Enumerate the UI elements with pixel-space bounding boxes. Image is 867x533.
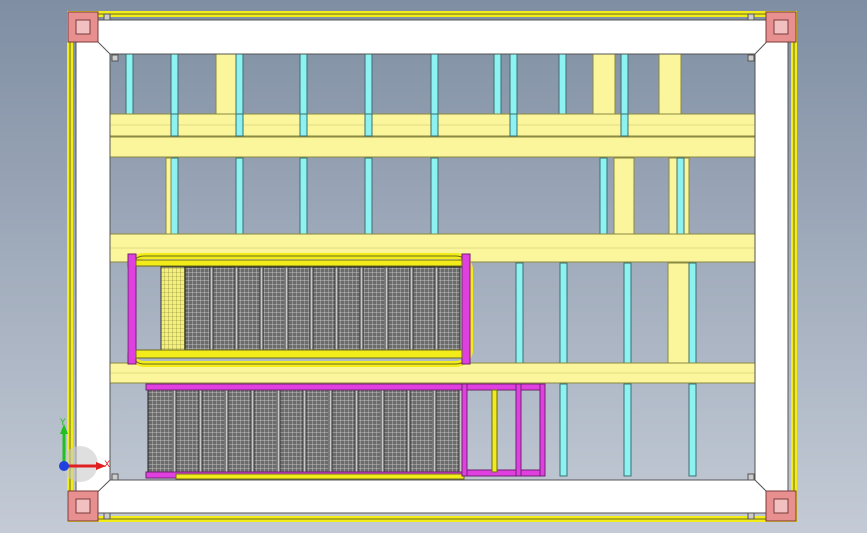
cyan-post (430, 157, 439, 235)
cyan-post (620, 53, 629, 115)
cyan-post (235, 53, 244, 115)
bolt (103, 512, 111, 520)
grating-divider (250, 389, 255, 475)
upper-grating-end-panel (160, 266, 186, 351)
cyan-post (515, 262, 524, 364)
yellow-column-thin (165, 157, 172, 235)
bolt (747, 54, 755, 62)
cyan-post (170, 53, 179, 115)
ladder-bottom-rung (461, 469, 545, 477)
cyan-post-front (364, 113, 373, 137)
grating-divider (259, 266, 264, 351)
cyan-post (299, 157, 308, 235)
bolt (111, 473, 119, 481)
cyan-post (559, 262, 568, 364)
cyan-post-front (170, 113, 179, 137)
cyan-post (558, 53, 567, 115)
x-axis-label: X (104, 460, 110, 470)
cyan-post (676, 157, 685, 235)
ladder-yellow-post (491, 389, 498, 473)
ladder-right-stile (539, 383, 546, 477)
z-axis-dot (59, 461, 69, 471)
grating-divider (209, 266, 214, 351)
upper-grating-deck (184, 266, 466, 351)
corner-hole (75, 19, 91, 35)
cyan-post (364, 53, 373, 115)
ladder-top-rung (461, 383, 545, 391)
y-axis-label: Y (59, 418, 66, 428)
cyan-post (493, 53, 502, 115)
corner-hole (773, 19, 789, 35)
cyan-post (559, 383, 568, 477)
horizontal-beam (109, 136, 756, 158)
grating-divider (328, 389, 333, 475)
upper-rail-top-bar (135, 259, 463, 267)
lower-magenta-top-rail (145, 383, 465, 391)
cyan-post (364, 157, 373, 235)
cyan-post (509, 53, 518, 115)
corner-casting (67, 11, 99, 43)
cyan-post (235, 157, 244, 235)
corner-casting (765, 11, 797, 43)
corner-casting (67, 490, 99, 522)
cad-viewport[interactable]: Y X (0, 0, 867, 533)
grating-divider (172, 389, 177, 475)
corner-casting (765, 490, 797, 522)
bolt (747, 473, 755, 481)
cyan-post (299, 53, 308, 115)
grating-divider (334, 266, 339, 351)
grating-divider (432, 389, 437, 475)
bolt (111, 54, 119, 62)
grating-divider (354, 389, 359, 475)
ladder-middle-stile (515, 383, 522, 477)
cyan-post (688, 262, 697, 364)
cyan-post (170, 157, 179, 235)
upper-magenta-left-rail (127, 253, 137, 365)
bolt (103, 13, 111, 21)
yellow-column (667, 262, 691, 364)
grating-divider (302, 389, 307, 475)
yellow-column (613, 157, 635, 235)
cad-drawing[interactable]: Y X (0, 0, 867, 533)
cyan-post-front (620, 113, 629, 137)
cyan-post (125, 53, 134, 115)
grating-divider (309, 266, 314, 351)
bolt (747, 13, 755, 21)
upper-magenta-right-rail (461, 253, 471, 365)
yellow-column (215, 53, 237, 115)
grating-divider (276, 389, 281, 475)
grating-divider (224, 389, 229, 475)
ladder-left-stile (461, 383, 468, 477)
cyan-post (599, 157, 608, 235)
upper-grating-assembly (127, 253, 473, 367)
cyan-post-front (299, 113, 308, 137)
cyan-post-front (430, 113, 439, 137)
cyan-post-front (235, 113, 244, 137)
upper-rail-bottom-bar (135, 349, 463, 359)
corner-hole (75, 498, 91, 514)
grating-divider (198, 389, 203, 475)
grating-divider (234, 266, 239, 351)
grating-divider (284, 266, 289, 351)
bolt (747, 512, 755, 520)
cyan-post (688, 383, 697, 477)
grating-divider (409, 266, 414, 351)
grating-divider (380, 389, 385, 475)
grating-divider (434, 266, 439, 351)
lower-rail-bottom-bar (175, 473, 465, 480)
grating-divider (406, 389, 411, 475)
cyan-post (623, 262, 632, 364)
cyan-post (623, 383, 632, 477)
corner-hole (773, 498, 789, 514)
cyan-post-front (509, 113, 518, 137)
cyan-post (430, 53, 439, 115)
grating-divider (384, 266, 389, 351)
grating-divider (359, 266, 364, 351)
